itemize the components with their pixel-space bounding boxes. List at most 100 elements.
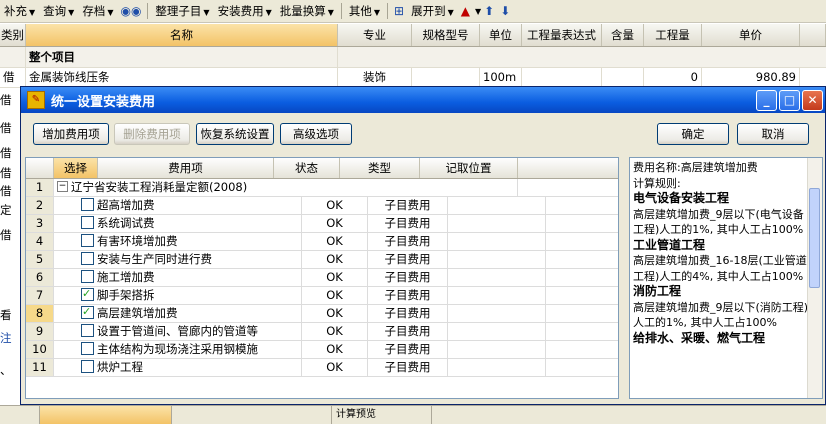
ok-button[interactable]: 确定	[657, 123, 729, 145]
info-heading: 电气设备安装工程	[633, 191, 730, 205]
col-select[interactable]: 选择	[54, 158, 98, 178]
status-cell-preview[interactable]: 计算预览	[332, 406, 432, 424]
toolbar-supplement[interactable]: 补充 ▼	[0, 2, 39, 20]
bg-fragment: 借	[0, 184, 12, 198]
toolbar-other[interactable]: 其他 ▼	[345, 2, 384, 20]
fee-item-cell: 超高增加费	[54, 197, 302, 214]
position-cell[interactable]	[448, 233, 546, 250]
cancel-button[interactable]: 取消	[737, 123, 809, 145]
select-checkbox[interactable]	[81, 305, 94, 320]
delete-fee-item-button[interactable]: 删除费用项	[114, 123, 190, 145]
col-name[interactable]: 名称	[26, 24, 338, 46]
col-type[interactable]: 类型	[340, 158, 420, 178]
status-cell-active[interactable]	[40, 406, 172, 424]
position-cell[interactable]	[448, 251, 546, 268]
select-checkbox[interactable]	[81, 324, 94, 337]
chevron-down-icon: ▼	[29, 8, 36, 17]
toolbar-expand-to[interactable]: 展开到 ▼	[407, 2, 458, 20]
chevron-down-icon: ▼	[265, 8, 272, 17]
toolbar-install-fee[interactable]: 安装费用 ▼	[214, 2, 276, 20]
close-button[interactable]: ✕	[802, 89, 823, 111]
position-cell[interactable]	[448, 287, 546, 304]
col-type[interactable]: 类别	[0, 24, 26, 46]
table-row[interactable]: 4 有害环境增加费 OK 子目费用	[26, 233, 618, 251]
row-number: 10	[26, 341, 54, 358]
table-row[interactable]: 借 金属装饰线压条 装饰 100m 0 980.89	[0, 67, 826, 88]
section-row[interactable]: 整个项目	[0, 47, 826, 68]
position-cell[interactable]	[448, 197, 546, 214]
dialog-titlebar[interactable]: ✎ 统一设置安装费用 _ □ ✕	[21, 87, 825, 113]
select-checkbox[interactable]	[81, 360, 94, 373]
toolbar-archive[interactable]: 存档 ▼	[78, 2, 117, 20]
status-cell: OK	[302, 287, 368, 304]
select-checkbox[interactable]	[81, 287, 94, 302]
toolbar-other-label: 其他	[348, 4, 372, 18]
position-cell[interactable]	[448, 341, 546, 358]
type-cell: 子目费用	[368, 197, 448, 214]
table-row[interactable]: 5 安装与生产同时进行费 OK 子目费用	[26, 251, 618, 269]
table-row[interactable]: 11 烘炉工程 OK 子目费用	[26, 359, 618, 377]
select-checkbox[interactable]	[81, 234, 94, 247]
col-unit[interactable]: 单位	[480, 24, 522, 46]
table-row[interactable]: 2 超高增加费 OK 子目费用	[26, 197, 618, 215]
select-checkbox[interactable]	[81, 198, 94, 211]
binoculars-icon[interactable]: ◉◉	[117, 4, 144, 18]
arrow-down-icon[interactable]: ⬇	[497, 4, 513, 18]
bg-fragment: 、	[0, 363, 12, 377]
col-major[interactable]: 专业	[338, 24, 412, 46]
select-checkbox[interactable]	[81, 216, 94, 229]
row-quantity: 0	[644, 67, 702, 87]
select-checkbox[interactable]	[81, 270, 94, 283]
select-checkbox[interactable]	[81, 342, 94, 355]
col-price[interactable]: 单价	[702, 24, 800, 46]
chevron-down-icon: ▼	[327, 8, 334, 17]
toolbar-organize[interactable]: 整理子目 ▼	[151, 2, 213, 20]
fee-item-cell: 施工增加费	[54, 269, 302, 286]
restore-defaults-button[interactable]: 恢复系统设置	[196, 123, 274, 145]
paint-bucket-icon[interactable]: ▲	[458, 4, 473, 18]
col-position[interactable]: 记取位置	[420, 158, 518, 178]
table-row[interactable]: 7 脚手架搭拆 OK子目费用	[26, 287, 618, 305]
col-status[interactable]: 状态	[274, 158, 340, 178]
table-row[interactable]: 3 系统调试费 OK 子目费用	[26, 215, 618, 233]
info-scrollbar[interactable]	[807, 158, 822, 398]
chevron-down-icon: ▼	[107, 8, 114, 17]
collapse-icon[interactable]: −	[57, 181, 68, 192]
select-checkbox[interactable]	[81, 252, 94, 265]
arrow-up-icon[interactable]: ⬆	[481, 4, 497, 18]
col-content[interactable]: 含量	[602, 24, 644, 46]
install-fee-dialog: ✎ 统一设置安装费用 _ □ ✕ 增加费用项 删除费用项 恢复系统设置 高级选项…	[20, 86, 826, 405]
scroll-thumb[interactable]	[809, 188, 820, 288]
position-cell[interactable]	[448, 359, 546, 376]
toolbar-batch-convert[interactable]: 批量换算 ▼	[276, 2, 338, 20]
position-cell[interactable]	[448, 215, 546, 232]
advanced-options-button[interactable]: 高级选项	[280, 123, 352, 145]
col-spec[interactable]: 规格型号	[412, 24, 480, 46]
type-cell: 子目费用	[368, 251, 448, 268]
table-row[interactable]: 9 设置于管道间、管廊内的管道等 OK 子目费用	[26, 323, 618, 341]
table-row[interactable]: 8 高层建筑增加费 OK子目费用	[26, 305, 618, 323]
row-unit: 100m	[480, 67, 522, 87]
position-cell[interactable]	[448, 323, 546, 340]
row-type: 借	[0, 67, 26, 87]
col-fee-item[interactable]: 费用项	[98, 158, 274, 178]
status-cell: OK	[302, 251, 368, 268]
fee-item-name: 施工增加费	[97, 270, 155, 284]
maximize-button[interactable]: □	[779, 89, 800, 111]
fee-item-name: 脚手架搭拆	[97, 288, 155, 302]
info-heading: 工业管道工程	[633, 237, 706, 252]
table-row[interactable]: 6 施工增加费 OK 子目费用	[26, 269, 618, 287]
info-line: 计算规则:	[633, 176, 681, 190]
table-row[interactable]: 10 主体结构为现场浇注采用钢模施 OK 子目费用	[26, 341, 618, 359]
position-cell[interactable]	[448, 269, 546, 286]
col-quantity[interactable]: 工程量	[644, 24, 702, 46]
table-row-group[interactable]: 1 − 辽宁省安装工程消耗量定额(2008)	[26, 179, 618, 197]
col-expression[interactable]: 工程量表达式	[522, 24, 602, 46]
add-fee-item-button[interactable]: 增加费用项	[33, 123, 109, 145]
position-cell[interactable]	[448, 305, 546, 322]
dialog-title: 统一设置安装费用	[51, 94, 156, 110]
toolbar-separator	[340, 3, 342, 19]
minimize-button[interactable]: _	[756, 89, 777, 111]
fee-info-text: 费用名称:高层建筑增加费 计算规则: 电气设备安装工程 高层建筑增加费_9层以下(电气…	[630, 158, 813, 346]
toolbar-query[interactable]: 查询 ▼	[39, 2, 78, 20]
